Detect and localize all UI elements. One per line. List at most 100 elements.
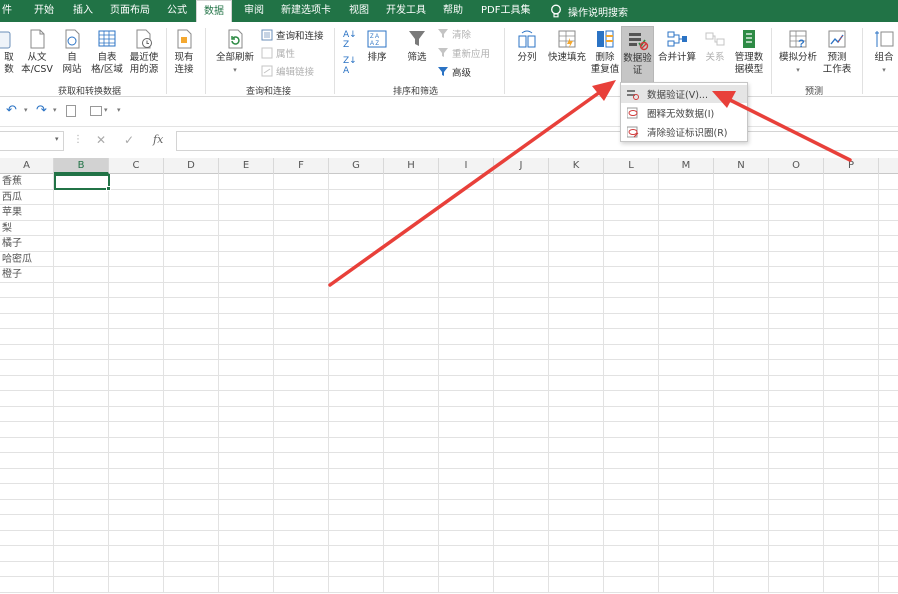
cell-h[interactable] [384, 453, 439, 468]
cell-i[interactable] [439, 546, 494, 561]
cell-h[interactable] [384, 561, 439, 577]
cell-h[interactable] [384, 174, 439, 189]
cell-i[interactable] [439, 174, 494, 189]
queries-connections-button[interactable]: 查询和连接 [261, 28, 324, 42]
column-header-a[interactable]: A [0, 158, 54, 174]
cell-l[interactable] [604, 344, 659, 360]
cell-b[interactable] [54, 499, 109, 515]
cell-a[interactable] [0, 453, 54, 468]
cell-p[interactable] [824, 515, 879, 530]
cell-e[interactable] [219, 546, 274, 561]
reapply-button[interactable]: 重新应用 [437, 46, 490, 60]
cell-p[interactable] [824, 422, 879, 437]
cell-n[interactable] [714, 577, 769, 592]
cell-i[interactable] [439, 561, 494, 577]
cell-l[interactable] [604, 205, 659, 220]
cell-b[interactable] [54, 251, 109, 267]
cell-b[interactable] [54, 546, 109, 561]
cell-b[interactable] [54, 406, 109, 422]
cell-i[interactable] [439, 422, 494, 437]
cell-b[interactable] [54, 530, 109, 546]
cell-i[interactable] [439, 484, 494, 499]
tab-page-layout[interactable]: 页面布局 [110, 0, 150, 22]
fill-handle[interactable] [106, 186, 111, 191]
cell-c[interactable] [109, 375, 164, 391]
cell-k[interactable] [549, 375, 604, 391]
cell-f[interactable] [274, 577, 329, 592]
cell-f[interactable] [274, 561, 329, 577]
cell-g[interactable] [329, 391, 384, 406]
tab-file[interactable]: 件 [0, 0, 20, 22]
formula-input[interactable] [176, 131, 898, 151]
cancel-icon[interactable]: ✕ [96, 133, 106, 147]
cell-m[interactable] [659, 329, 714, 344]
cell-l[interactable] [604, 313, 659, 329]
cell-n[interactable] [714, 205, 769, 220]
cell-g[interactable] [329, 453, 384, 468]
cell-f[interactable] [274, 360, 329, 375]
cell-h[interactable] [384, 329, 439, 344]
edit-links-button[interactable]: 编辑链接 [261, 64, 314, 78]
cell-g[interactable] [329, 220, 384, 236]
cell-k[interactable] [549, 189, 604, 205]
get-data-button[interactable]: 取数 居 [0, 28, 18, 88]
sort-asc-desc-buttons[interactable]: A↓ Z Z↓ A [343, 30, 357, 76]
cell-e[interactable] [219, 267, 274, 282]
cell-d[interactable] [164, 236, 219, 251]
cell-m[interactable] [659, 422, 714, 437]
cell-f[interactable] [274, 220, 329, 236]
cell-k[interactable] [549, 530, 604, 546]
cell-j[interactable] [494, 329, 549, 344]
cell-c[interactable] [109, 298, 164, 313]
cell-h[interactable] [384, 205, 439, 220]
cell-b[interactable] [54, 453, 109, 468]
cell-l[interactable] [604, 484, 659, 499]
tab-home[interactable]: 开始 [34, 0, 54, 22]
cell-h[interactable] [384, 267, 439, 282]
cell-a[interactable]: 梨 [0, 220, 54, 236]
remove-duplicates-button[interactable]: 删除 重复值 [590, 28, 620, 76]
cell-o[interactable] [769, 360, 824, 375]
cell-f[interactable] [274, 546, 329, 561]
cell-e[interactable] [219, 189, 274, 205]
cell-e[interactable] [219, 499, 274, 515]
from-text-csv-button[interactable]: 从文 本/CSV [20, 28, 54, 76]
cell-f[interactable] [274, 298, 329, 313]
cell-l[interactable] [604, 422, 659, 437]
cell-l[interactable] [604, 437, 659, 453]
cell-h[interactable] [384, 189, 439, 205]
cell-n[interactable] [714, 344, 769, 360]
print-preview-icon[interactable] [66, 105, 76, 117]
cell-p[interactable] [824, 484, 879, 499]
cell-i[interactable] [439, 468, 494, 484]
cell-i[interactable] [439, 499, 494, 515]
cell-p[interactable] [824, 205, 879, 220]
cell-d[interactable] [164, 298, 219, 313]
cell-d[interactable] [164, 406, 219, 422]
cell-a[interactable]: 哈密瓜 [0, 251, 54, 267]
cell-d[interactable] [164, 313, 219, 329]
cell-o[interactable] [769, 484, 824, 499]
cell-a[interactable]: 橙子 [0, 267, 54, 282]
menu-item-data-validation[interactable]: 数据验证(V)... [621, 85, 747, 103]
cell-g[interactable] [329, 437, 384, 453]
cell-h[interactable] [384, 375, 439, 391]
cell-m[interactable] [659, 468, 714, 484]
cell-m[interactable] [659, 220, 714, 236]
cell-k[interactable] [549, 546, 604, 561]
tab-new-tab[interactable]: 新建选项卡 [281, 0, 331, 22]
cell-c[interactable] [109, 561, 164, 577]
cell-k[interactable] [549, 406, 604, 422]
cell-n[interactable] [714, 267, 769, 282]
cell-i[interactable] [439, 189, 494, 205]
cell-e[interactable] [219, 360, 274, 375]
cell-h[interactable] [384, 468, 439, 484]
cell-g[interactable] [329, 344, 384, 360]
cell-p[interactable] [824, 251, 879, 267]
column-header-d[interactable]: D [164, 158, 219, 174]
cell-h[interactable] [384, 406, 439, 422]
tab-data[interactable]: 数据 [196, 0, 232, 22]
cell-p[interactable] [824, 530, 879, 546]
cell-p[interactable] [824, 406, 879, 422]
column-header-e[interactable]: E [219, 158, 274, 174]
